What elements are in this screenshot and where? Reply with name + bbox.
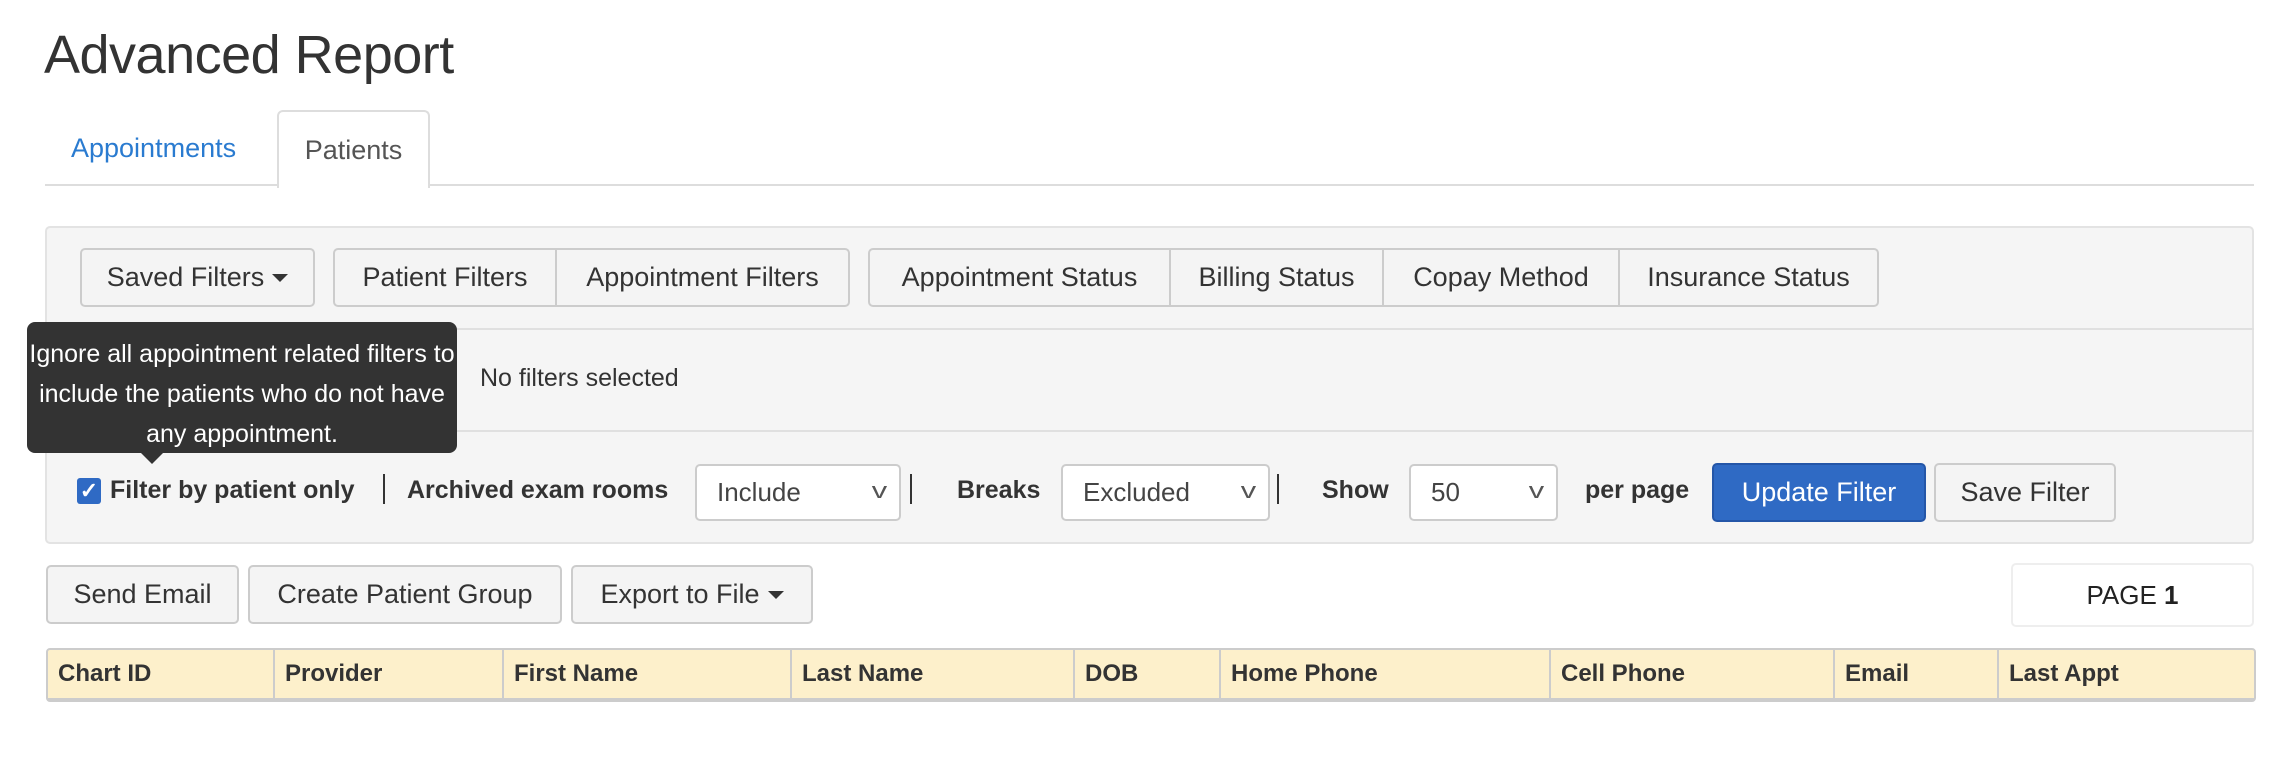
copay-method-button[interactable]: Copay Method	[1382, 248, 1620, 307]
tab-appointments[interactable]: Appointments	[46, 110, 261, 186]
column-header[interactable]: Email	[1835, 650, 1999, 698]
divider	[383, 474, 385, 504]
breaks-select[interactable]: Excluded v	[1061, 464, 1270, 521]
select-value: Include	[717, 477, 801, 507]
column-header[interactable]: Chart ID	[48, 650, 275, 698]
column-header[interactable]: Last Name	[792, 650, 1075, 698]
billing-status-button[interactable]: Billing Status	[1169, 248, 1384, 307]
appointment-status-button[interactable]: Appointment Status	[868, 248, 1171, 307]
column-header[interactable]: DOB	[1075, 650, 1221, 698]
filter-by-patient-label: Filter by patient only	[110, 476, 355, 504]
chevron-down-icon: v	[1528, 478, 1545, 503]
archived-exam-rooms-select[interactable]: Include v	[695, 464, 901, 521]
export-to-file-dropdown[interactable]: Export to File	[571, 565, 813, 624]
column-header[interactable]: Home Phone	[1221, 650, 1551, 698]
divider	[1277, 474, 1279, 504]
insurance-status-button[interactable]: Insurance Status	[1618, 248, 1879, 307]
per-page-select[interactable]: 50 v	[1409, 464, 1558, 521]
page-title: Advanced Report	[44, 25, 454, 85]
select-value: 50	[1431, 477, 1460, 507]
saved-filters-dropdown[interactable]: Saved Filters	[80, 248, 315, 307]
filter-by-patient-checkbox[interactable]: ✓	[77, 478, 101, 504]
chevron-down-icon: v	[871, 478, 888, 503]
page-number: 1	[2164, 579, 2179, 610]
send-email-button[interactable]: Send Email	[46, 565, 239, 624]
chevron-down-icon: v	[1240, 478, 1257, 503]
appointment-filters-button[interactable]: Appointment Filters	[555, 248, 850, 307]
export-label: Export to File	[600, 579, 760, 609]
tooltip: Ignore all appointment related filters t…	[27, 322, 457, 464]
archived-exam-rooms-label: Archived exam rooms	[407, 476, 669, 504]
per-page-label: per page	[1585, 476, 1690, 504]
column-header[interactable]: First Name	[504, 650, 792, 698]
tab-patients[interactable]: Patients	[277, 110, 430, 188]
breaks-label: Breaks	[957, 476, 1041, 504]
create-patient-group-button[interactable]: Create Patient Group	[248, 565, 562, 624]
patient-filters-button[interactable]: Patient Filters	[333, 248, 557, 307]
divider	[910, 474, 912, 504]
page-indicator: PAGE 1	[2011, 563, 2254, 627]
caret-down-icon	[272, 273, 289, 282]
table-header: Chart ID Provider First Name Last Name D…	[46, 648, 2256, 702]
saved-filters-label: Saved Filters	[106, 262, 265, 292]
page-prefix: PAGE	[2086, 579, 2157, 610]
no-filters-text: No filters selected	[480, 364, 679, 392]
select-value: Excluded	[1083, 477, 1190, 507]
show-label: Show	[1322, 476, 1389, 504]
column-header[interactable]: Cell Phone	[1551, 650, 1835, 698]
save-filter-button[interactable]: Save Filter	[1934, 463, 2116, 522]
update-filter-button[interactable]: Update Filter	[1712, 463, 1926, 522]
column-header[interactable]: Provider	[275, 650, 504, 698]
caret-down-icon	[767, 590, 784, 599]
column-header[interactable]: Last Appt	[1999, 650, 2254, 698]
